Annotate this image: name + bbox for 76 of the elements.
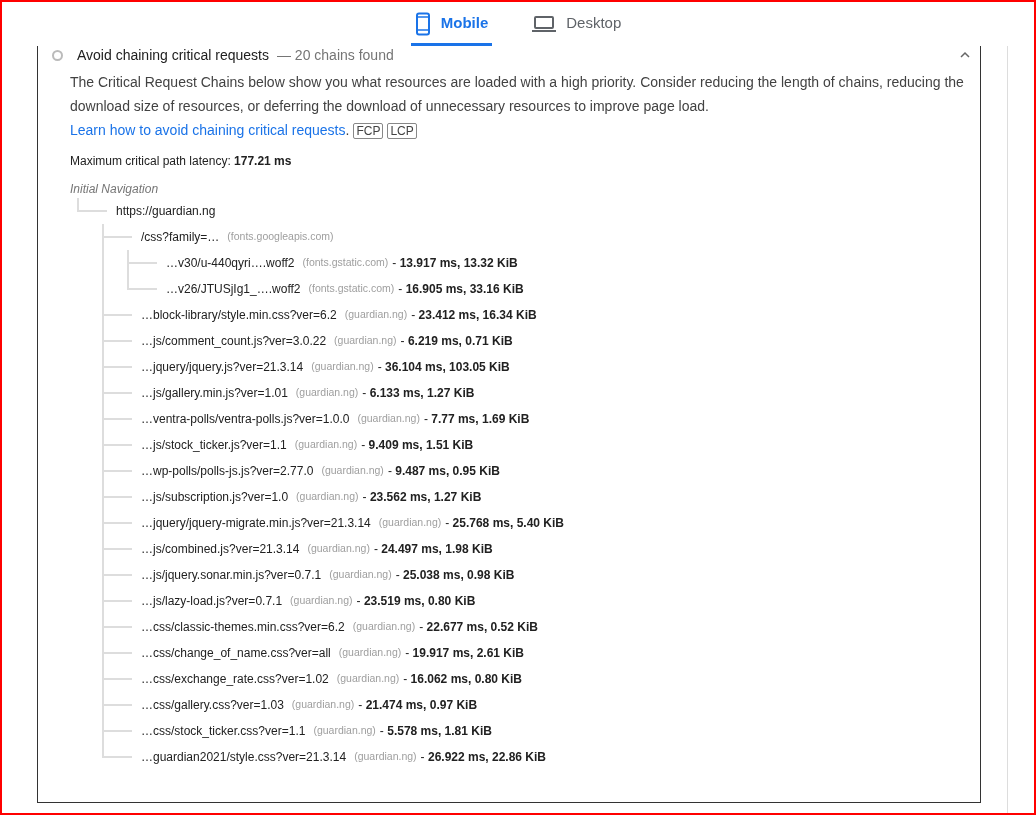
request-host: (guardian.ng): [307, 541, 370, 557]
phone-icon: [414, 11, 431, 36]
request-url: …js/stock_ticker.js?ver=1.1: [141, 437, 287, 454]
request-timing: - 23.519 ms, 0.80 KiB: [356, 593, 476, 610]
request-timing: - 22.677 ms, 0.52 KiB: [419, 619, 538, 636]
request-timing: - 6.219 ms, 0.71 KiB: [400, 333, 513, 350]
request-timing: - 13.917 ms, 13.32 KiB: [392, 255, 518, 272]
request-url: …js/lazy-load.js?ver=0.7.1: [141, 593, 283, 610]
request-host: (guardian.ng): [336, 671, 400, 687]
request-host: (guardian.ng): [313, 723, 376, 739]
request-host: (guardian.ng): [354, 749, 417, 765]
request-timing: - 25.768 ms, 5.40 KiB: [445, 515, 564, 532]
request-url: …css/gallery.css?ver=1.03: [141, 697, 284, 714]
request-url: …v30/u-440qyri….woff2: [166, 255, 295, 272]
request-url: …v26/JTUSjIg1_….woff2: [166, 281, 301, 298]
request-url: …css/stock_ticker.css?ver=1.1: [141, 723, 306, 740]
request-timing: - 16.062 ms, 0.80 KiB: [403, 671, 522, 688]
collapse-chevron-icon[interactable]: [960, 51, 970, 59]
device-tab[interactable]: Desktop: [528, 2, 626, 46]
request-url: /css?family=…: [141, 229, 220, 246]
request-host: (guardian.ng): [338, 645, 402, 661]
request-host: (guardian.ng): [311, 359, 374, 375]
request-host: (guardian.ng): [294, 437, 358, 453]
request-url: …jquery/jquery.js?ver=21.3.14: [141, 359, 304, 376]
request-host: (fonts.gstatic.com): [308, 281, 395, 297]
request-host: (guardian.ng): [344, 307, 408, 323]
request-url: …guardian2021/style.css?ver=21.3.14: [141, 749, 347, 766]
request-url: …css/exchange_rate.css?ver=1.02: [141, 671, 329, 688]
request-timing: - 16.905 ms, 33.16 KiB: [398, 281, 524, 298]
request-timing: - 23.562 ms, 1.27 KiB: [362, 489, 482, 506]
request-timing: - 23.412 ms, 16.34 KiB: [411, 307, 537, 324]
learn-more-link[interactable]: Learn how to avoid chaining critical requests: [70, 122, 346, 138]
request-url: …ventra-polls/ventra-polls.js?ver=1.0.0: [141, 411, 350, 428]
request-timing: - 6.133 ms, 1.27 KiB: [362, 385, 475, 402]
request-url: …js/combined.js?ver=21.3.14: [141, 541, 300, 558]
request-timing: - 7.77 ms, 1.69 KiB: [423, 411, 530, 428]
audit-title[interactable]: Avoid chaining critical requests: [77, 44, 269, 66]
request-url: …js/comment_count.js?ver=3.0.22: [141, 333, 327, 350]
request-timing: - 21.474 ms, 0.97 KiB: [358, 697, 478, 714]
request-timing: - 9.487 ms, 0.95 KiB: [387, 463, 500, 480]
metric-badge: LCP: [387, 123, 417, 139]
request-url: …js/gallery.min.js?ver=1.01: [141, 385, 288, 402]
request-host: (guardian.ng): [378, 515, 442, 531]
request-url: …jquery/jquery-migrate.min.js?ver=21.3.14: [141, 515, 371, 532]
request-host: (guardian.ng): [291, 697, 355, 713]
request-timing: - 19.917 ms, 2.61 KiB: [405, 645, 524, 662]
request-url: …block-library/style.min.css?ver=6.2: [141, 307, 337, 324]
request-host: (guardian.ng): [296, 489, 359, 505]
request-host: (fonts.googleapis.com): [227, 229, 334, 245]
audit-description: The Critical Request Chains below show you what resources are loaded with a high priority. Consider reducing the length of chains, reducing the download size of resources, or deferring the download of unnecessary resources to improve page load. Learn how to avoid chaining critical requests. FCP LCP: [70, 73, 965, 141]
audit-display-value: — 20 chains found: [276, 45, 394, 65]
request-host: (guardian.ng): [357, 411, 420, 427]
request-url: …css/change_of_name.css?ver=all: [141, 645, 331, 662]
request-url: …css/classic-themes.min.css?ver=6.2: [141, 619, 345, 636]
laptop-icon: [532, 14, 557, 33]
request-timing: - 9.409 ms, 1.51 KiB: [361, 437, 474, 454]
latency-text: Maximum critical path latency: 177.21 ms: [70, 153, 293, 170]
request-url: https://guardian.ng: [116, 203, 216, 220]
request-timing: - 24.497 ms, 1.98 KiB: [373, 541, 493, 558]
request-host: (guardian.ng): [329, 567, 392, 583]
request-host: (guardian.ng): [295, 385, 359, 401]
request-host: (fonts.gstatic.com): [302, 255, 389, 271]
request-timing: - 25.038 ms, 0.98 KiB: [395, 567, 515, 584]
request-host: (guardian.ng): [290, 593, 353, 609]
request-url: …wp-polls/polls-js.js?ver=2.77.0: [141, 463, 314, 480]
request-host: (guardian.ng): [321, 463, 384, 479]
metric-badge: FCP: [353, 123, 384, 139]
request-url: …js/jquery.sonar.min.js?ver=0.7.1: [141, 567, 322, 584]
request-host: (guardian.ng): [352, 619, 416, 635]
device-tab[interactable]: Mobile: [410, 2, 493, 46]
request-url: …js/subscription.js?ver=1.0: [141, 489, 289, 506]
tree-root-label: Initial Navigation: [70, 181, 160, 198]
request-timing: - 5.578 ms, 1.81 KiB: [379, 723, 492, 740]
request-timing: - 26.922 ms, 22.86 KiB: [420, 749, 547, 766]
request-host: (guardian.ng): [334, 333, 397, 349]
request-timing: - 36.104 ms, 103.05 KiB: [377, 359, 510, 376]
